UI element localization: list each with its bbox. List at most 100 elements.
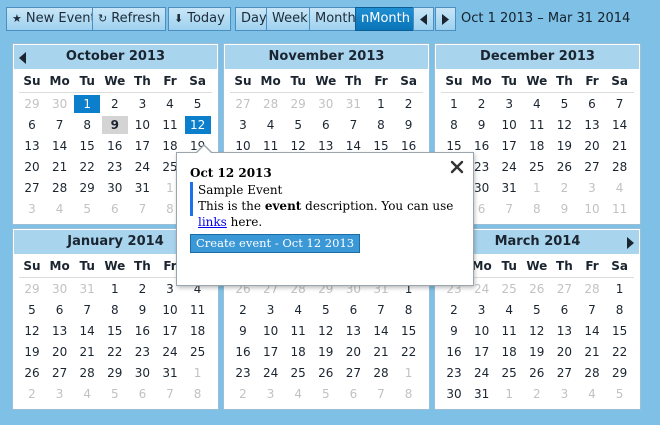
day-cell[interactable]: 25 xyxy=(524,158,550,176)
day-cell[interactable]: 8 xyxy=(396,385,422,403)
day-cell[interactable]: 21 xyxy=(607,137,633,155)
day-cell[interactable]: 26 xyxy=(524,364,550,382)
day-cell[interactable]: 31 xyxy=(469,385,495,403)
day-cell[interactable]: 7 xyxy=(368,301,394,319)
day-cell[interactable]: 4 xyxy=(157,95,183,113)
day-cell[interactable]: 31 xyxy=(129,179,155,197)
day-cell[interactable]: 22 xyxy=(102,343,128,361)
day-cell[interactable]: 2 xyxy=(230,301,256,319)
day-cell[interactable]: 28 xyxy=(258,95,284,113)
day-cell[interactable]: 8 xyxy=(607,301,633,319)
day-cell[interactable]: 29 xyxy=(19,280,45,298)
day-cell[interactable]: 4 xyxy=(74,385,100,403)
day-cell[interactable]: 16 xyxy=(441,343,467,361)
day-cell[interactable]: 11 xyxy=(524,116,550,134)
day-cell[interactable]: 8 xyxy=(524,200,550,218)
desc-link[interactable]: links xyxy=(198,215,227,229)
day-cell[interactable]: 31 xyxy=(157,364,183,382)
day-cell[interactable]: 4 xyxy=(285,301,311,319)
day-cell[interactable]: 1 xyxy=(368,95,394,113)
day-cell[interactable]: 30 xyxy=(47,95,73,113)
day-cell[interactable]: 22 xyxy=(396,343,422,361)
day-cell[interactable]: 3 xyxy=(230,116,256,134)
day-cell[interactable]: 2 xyxy=(469,95,495,113)
day-cell[interactable]: 24 xyxy=(258,364,284,382)
day-cell[interactable]: 10 xyxy=(157,301,183,319)
day-cell[interactable]: 5 xyxy=(551,95,577,113)
day-cell[interactable]: 30 xyxy=(313,95,339,113)
day-cell[interactable]: 9 xyxy=(441,322,467,340)
day-cell[interactable]: 7 xyxy=(607,95,633,113)
day-cell[interactable]: 24 xyxy=(469,364,495,382)
create-event-button[interactable]: Create event - Oct 12 2013 xyxy=(190,234,361,253)
day-cell[interactable]: 9 xyxy=(129,301,155,319)
day-cell[interactable]: 12 xyxy=(524,322,550,340)
day-cell[interactable]: 19 xyxy=(313,343,339,361)
day-cell[interactable]: 14 xyxy=(607,116,633,134)
day-cell[interactable]: 2 xyxy=(102,95,128,113)
day-cell[interactable]: 31 xyxy=(74,280,100,298)
day-cell[interactable]: 13 xyxy=(340,322,366,340)
day-cell[interactable]: 30 xyxy=(441,385,467,403)
day-cell[interactable]: 2 xyxy=(551,179,577,197)
day-cell[interactable]: 28 xyxy=(47,179,73,197)
day-cell[interactable]: 10 xyxy=(129,116,155,134)
day-cell[interactable]: 2 xyxy=(129,280,155,298)
day-cell[interactable]: 17 xyxy=(157,322,183,340)
day-cell[interactable]: 17 xyxy=(129,137,155,155)
day-cell[interactable]: 22 xyxy=(74,158,100,176)
day-cell[interactable]: 3 xyxy=(129,95,155,113)
day-cell[interactable]: 25 xyxy=(285,364,311,382)
day-cell[interactable]: 16 xyxy=(230,343,256,361)
day-cell[interactable]: 3 xyxy=(469,301,495,319)
day-cell[interactable]: 5 xyxy=(185,95,211,113)
day-cell[interactable]: 27 xyxy=(579,158,605,176)
day-cell[interactable]: 20 xyxy=(579,137,605,155)
day-cell[interactable]: 20 xyxy=(340,343,366,361)
day-cell[interactable]: 3 xyxy=(551,385,577,403)
day-cell[interactable]: 17 xyxy=(496,137,522,155)
day-cell[interactable]: 4 xyxy=(496,301,522,319)
day-cell[interactable]: 9 xyxy=(469,116,495,134)
day-cell[interactable]: 28 xyxy=(368,364,394,382)
day-cell[interactable]: 5 xyxy=(313,301,339,319)
day-cell[interactable]: 29 xyxy=(74,179,100,197)
previous-month-arrow-icon[interactable] xyxy=(19,52,26,64)
day-cell[interactable]: 5 xyxy=(524,301,550,319)
day-cell[interactable]: 5 xyxy=(19,301,45,319)
day-cell[interactable]: 6 xyxy=(579,95,605,113)
day-cell[interactable]: 28 xyxy=(579,280,605,298)
day-cell[interactable]: 6 xyxy=(47,301,73,319)
day-cell[interactable]: 24 xyxy=(129,158,155,176)
close-icon[interactable] xyxy=(449,159,465,175)
day-cell[interactable]: 29 xyxy=(285,95,311,113)
day-cell[interactable]: 10 xyxy=(469,322,495,340)
day-cell[interactable]: 7 xyxy=(579,301,605,319)
day-cell[interactable]: 5 xyxy=(607,385,633,403)
day-cell[interactable]: 8 xyxy=(396,301,422,319)
day-cell[interactable]: 8 xyxy=(368,116,394,134)
day-cell[interactable]: 6 xyxy=(551,301,577,319)
day-cell[interactable]: 21 xyxy=(47,158,73,176)
day-cell[interactable]: 1 xyxy=(496,385,522,403)
day-cell[interactable]: 12 xyxy=(313,322,339,340)
day-cell[interactable]: 19 xyxy=(551,137,577,155)
day-cell[interactable]: 1 xyxy=(102,280,128,298)
new-event-button[interactable]: ★ New Event xyxy=(6,7,102,31)
day-cell[interactable]: 30 xyxy=(129,364,155,382)
day-cell[interactable]: 24 xyxy=(157,343,183,361)
day-cell[interactable]: 23 xyxy=(441,364,467,382)
day-cell[interactable]: 9 xyxy=(396,116,422,134)
day-cell[interactable]: 20 xyxy=(19,158,45,176)
day-cell[interactable]: 7 xyxy=(129,200,155,218)
day-cell[interactable]: 18 xyxy=(496,343,522,361)
day-cell[interactable]: 15 xyxy=(74,137,100,155)
day-cell[interactable]: 28 xyxy=(579,364,605,382)
day-cell[interactable]: 7 xyxy=(157,385,183,403)
refresh-button[interactable]: ↻ Refresh xyxy=(92,7,167,31)
day-cell[interactable]: 27 xyxy=(47,364,73,382)
day-cell[interactable]: 14 xyxy=(47,137,73,155)
day-cell[interactable]: 3 xyxy=(258,385,284,403)
day-cell[interactable]: 2 xyxy=(396,95,422,113)
day-cell[interactable]: 9 xyxy=(101,116,128,134)
